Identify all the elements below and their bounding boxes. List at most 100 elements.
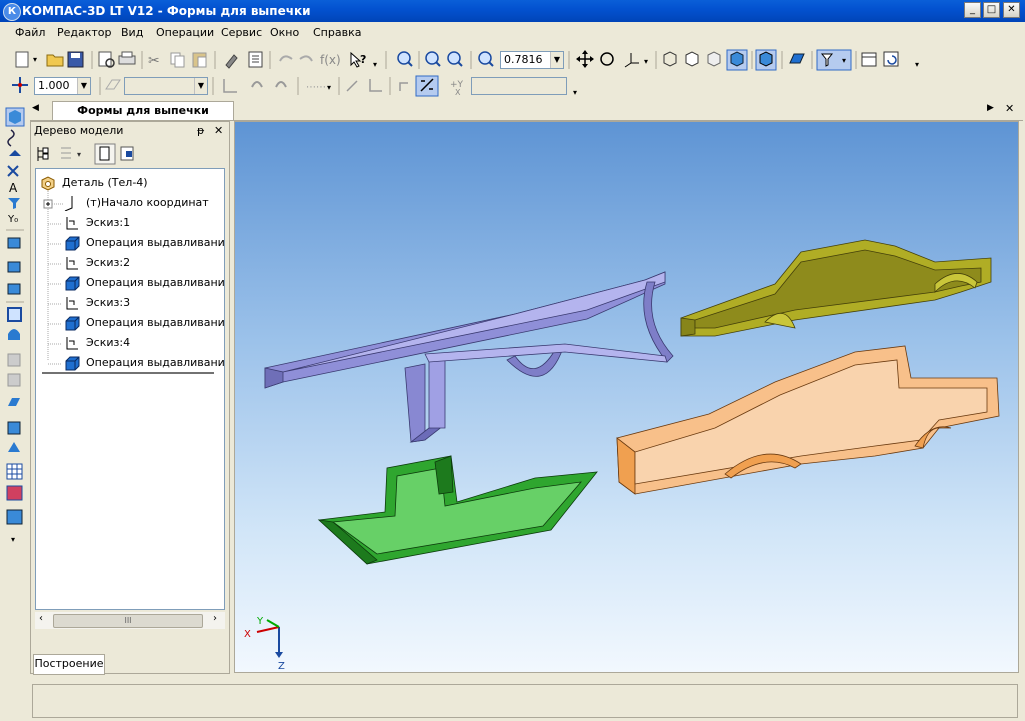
- filter-icon: ▾: [816, 49, 852, 71]
- tree-structure-icon: [37, 147, 49, 161]
- svg-text:A: A: [9, 181, 18, 195]
- purple-cookie-cutter: [264, 271, 674, 443]
- tab-close-icon[interactable]: ✕: [1005, 102, 1014, 115]
- open-icon: [46, 54, 64, 67]
- model-tree-header: Дерево модели ᵽ ✕: [31, 122, 229, 140]
- model-scene: X Y Z: [244, 239, 1000, 672]
- scroll-thumb[interactable]: III: [53, 614, 203, 628]
- zoom-out-icon: [447, 51, 463, 67]
- snap-icon: [251, 81, 263, 88]
- svg-text:▾: ▾: [644, 57, 648, 66]
- green-cookie-cutter: [317, 455, 598, 565]
- toolbar-overflow-icon: ▾: [915, 60, 919, 69]
- compact-toolbar-icons: A Y₀ ▾: [5, 107, 25, 544]
- step-value: 1.000: [38, 79, 70, 92]
- model-tree: Деталь (Тел-4) (т)Начало координат Эскиз…: [35, 168, 225, 610]
- zoom-combo[interactable]: 0.7816 ▼: [500, 51, 564, 69]
- menu-service[interactable]: Сервис: [221, 26, 262, 39]
- shaded-icon: [726, 49, 748, 71]
- pin-icon[interactable]: ᵽ: [197, 122, 204, 140]
- chevron-down-icon[interactable]: ▼: [77, 78, 90, 94]
- menu-file[interactable]: Файл: [15, 26, 45, 39]
- pan-icon: [576, 50, 594, 68]
- close-icon[interactable]: ✕: [214, 122, 223, 140]
- status-bar: [32, 684, 1018, 718]
- chevron-down-icon[interactable]: ▼: [550, 52, 563, 68]
- snap-off-icon: [275, 81, 287, 88]
- color-icon: [6, 485, 23, 501]
- menu-operations[interactable]: Операции: [156, 26, 214, 39]
- svg-text:X: X: [455, 88, 461, 97]
- svg-text:▾: ▾: [77, 150, 81, 159]
- local-cs-icon: [223, 79, 237, 93]
- sketch-icon: [66, 257, 78, 270]
- maximize-button[interactable]: □: [983, 2, 1000, 18]
- chevron-down-icon[interactable]: ▼: [194, 78, 207, 94]
- window-title: КОМПАС-3D LT V12 - Формы для выпечки: [22, 4, 311, 18]
- help-pointer-icon: ? ▾: [350, 51, 377, 69]
- shell-icon: [8, 398, 20, 406]
- new-file-icon: ▾: [15, 51, 37, 68]
- coords-icon: +YX: [450, 80, 464, 97]
- 3d-viewport[interactable]: X Y Z: [234, 121, 1019, 673]
- minimize-button[interactable]: _: [964, 2, 981, 18]
- menu-window[interactable]: Окно: [270, 26, 299, 39]
- axis-x-label: X: [244, 629, 251, 640]
- svg-text:?: ?: [360, 53, 366, 66]
- tab-document[interactable]: Формы для выпечки: [52, 101, 234, 120]
- sketch-icon: [66, 297, 78, 310]
- tab-scroll-left-icon[interactable]: ◀: [32, 103, 39, 113]
- sketch-tool-icon: [7, 129, 15, 147]
- tree-item-label: Эскиз:2: [86, 256, 131, 269]
- ortho-icon: [346, 80, 358, 92]
- close-button[interactable]: ✕: [1003, 2, 1020, 18]
- menu-view[interactable]: Вид: [121, 26, 143, 39]
- scroll-right-icon[interactable]: ›: [213, 613, 217, 624]
- svg-text:▾: ▾: [327, 83, 331, 92]
- menu-help[interactable]: Справка: [313, 26, 361, 39]
- title-bar: К КОМПАС-3D LT V12 - Формы для выпечки _…: [0, 0, 1025, 22]
- tree-item-label: Операция выдавливания:4: [86, 356, 225, 369]
- properties-tool-icon: [6, 509, 23, 525]
- tree-item-label: (т)Начало координат: [86, 196, 209, 209]
- layer-combo[interactable]: ▼: [124, 77, 208, 95]
- tab-scroll-right-icon[interactable]: ▶: [987, 103, 994, 113]
- wireframe-icon: [663, 51, 677, 67]
- document-tabs: ◀ Формы для выпечки ▶ ✕: [30, 100, 1023, 121]
- spec-icon: Y₀: [7, 214, 18, 225]
- part-icon: [41, 176, 55, 191]
- axis-z-label: Z: [278, 661, 285, 672]
- properties-icon: [248, 51, 263, 68]
- params-icon: [415, 75, 439, 97]
- main-toolbar: ▾ ✂ f(x) ? ▾ ▾ ▾ ▾ 0.7816 ▼: [0, 47, 1025, 73]
- rotate-icon: [600, 52, 614, 66]
- grid-tool-icon: [6, 463, 23, 480]
- tree-item-label: Эскиз:3: [86, 296, 131, 309]
- model-tree-title: Дерево модели: [34, 124, 124, 137]
- sketch-icon: [66, 217, 78, 230]
- svg-text:▾: ▾: [373, 60, 377, 69]
- scroll-left-icon[interactable]: ‹: [39, 613, 43, 624]
- print-icon: [118, 51, 136, 65]
- coords-field[interactable]: [471, 77, 567, 95]
- tree-item-label: Операция выдавливания:1: [86, 236, 225, 249]
- tree-view-icon: ▾: [61, 147, 81, 159]
- current-state-toolbar: ⋯⋯ ▾ +Y X ▾ 1.000 ▼ ▼: [0, 73, 1025, 99]
- cut-extrude-icon: [7, 261, 21, 273]
- edit-part-icon: [5, 107, 25, 127]
- menu-edit[interactable]: Редактор: [57, 26, 112, 39]
- model-tree-toolbar: ▾: [37, 143, 134, 165]
- olive-cookie-cutter: [680, 239, 992, 337]
- inactive-1-icon: [7, 353, 21, 367]
- zoom-scale-icon: [478, 51, 494, 67]
- tab-build[interactable]: Построение: [33, 654, 105, 675]
- toolbar2-overflow-icon: ▾: [573, 88, 577, 97]
- tree-horizontal-scrollbar[interactable]: ‹ III ›: [35, 612, 225, 629]
- tree-item-label: Эскиз:1: [86, 216, 131, 229]
- axis-y-label: Y: [256, 616, 264, 627]
- redo-icon: [299, 55, 313, 62]
- compact-toolbar: A Y₀ ▾: [4, 106, 26, 546]
- step-combo[interactable]: 1.000 ▼: [34, 77, 91, 95]
- manager-icon: [861, 52, 877, 67]
- measure-icon: A: [9, 181, 18, 195]
